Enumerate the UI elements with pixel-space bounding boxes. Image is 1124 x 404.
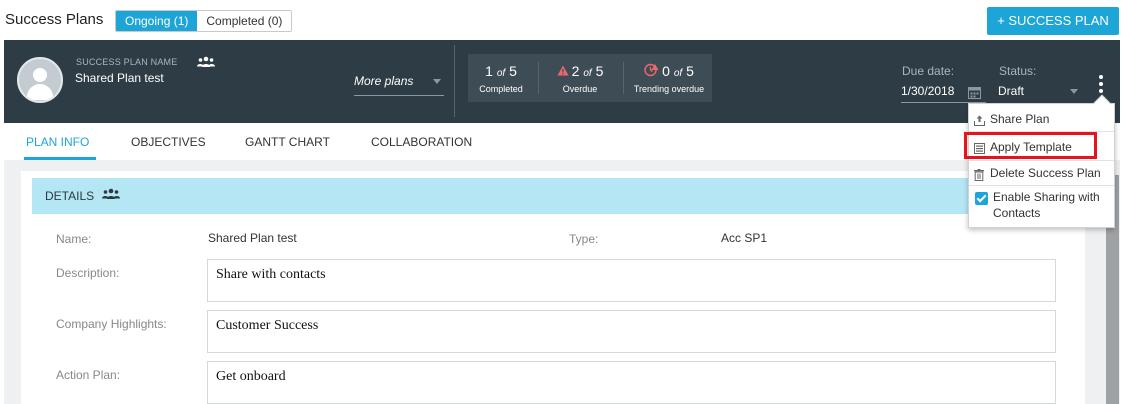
- people-icon: [197, 56, 215, 67]
- people-icon: [102, 188, 120, 199]
- type-label: Type:: [569, 232, 599, 246]
- stat-label: Completed: [479, 84, 523, 94]
- clock-warning-icon: [644, 63, 659, 77]
- divider: [454, 45, 455, 117]
- description-field[interactable]: Share with contacts: [207, 259, 1056, 302]
- chevron-down-icon: [1070, 89, 1078, 94]
- divider: [538, 62, 539, 94]
- add-success-plan-button[interactable]: + SUCCESS PLAN: [987, 7, 1119, 35]
- share-icon: [974, 115, 985, 126]
- menu-item-label: Delete Success Plan: [990, 166, 1101, 180]
- template-icon: [974, 143, 985, 154]
- calendar-icon[interactable]: [968, 86, 981, 99]
- stat-label: Trending overdue: [633, 84, 705, 94]
- type-value: Acc SP1: [721, 231, 768, 245]
- plan-name-label: SUCCESS PLAN NAME: [76, 57, 178, 67]
- status-label: Status:: [999, 64, 1037, 78]
- tab-plan-info[interactable]: PLAN INFO: [26, 135, 89, 149]
- more-plans-dropdown[interactable]: More plans: [354, 72, 444, 96]
- status-dropdown[interactable]: Draft: [998, 84, 1083, 103]
- plan-header: SUCCESS PLAN NAME Shared Plan test More …: [4, 40, 1120, 123]
- tab-objectives[interactable]: OBJECTIVES: [131, 135, 206, 149]
- menu-item-apply-template[interactable]: Apply Template: [969, 140, 1114, 158]
- divider: [969, 185, 1114, 186]
- tab-completed[interactable]: Completed (0): [197, 11, 292, 31]
- menu-item-delete-success-plan[interactable]: Delete Success Plan: [969, 166, 1114, 184]
- menu-item-label: Enable Sharing with: [993, 190, 1100, 204]
- name-label: Name:: [56, 232, 92, 246]
- details-section-header[interactable]: DETAILS: [32, 178, 1084, 214]
- plan-options-menu: Share Plan Apply Template Delete Success…: [968, 94, 1115, 228]
- more-plans-label: More plans: [354, 74, 414, 88]
- plan-name: Shared Plan test: [75, 71, 164, 85]
- tab-ongoing[interactable]: Ongoing (1): [116, 11, 198, 31]
- description-label: Description:: [56, 266, 120, 280]
- company-highlights-label: Company Highlights:: [56, 317, 167, 331]
- plan-tabs: PLAN INFO OBJECTIVES GANTT CHART COLLABO…: [4, 123, 1120, 160]
- plan-stats: 1 of 5 Completed 2 of 5 Overdue 0 of 5 T…: [468, 54, 712, 102]
- name-value: Shared Plan test: [208, 231, 297, 245]
- stat-label: Overdue: [562, 84, 598, 94]
- stat-completed[interactable]: 1 of 5 Completed: [468, 54, 534, 102]
- stat-overdue[interactable]: 2 of 5 Overdue: [540, 54, 620, 102]
- company-highlights-field[interactable]: Customer Success: [207, 310, 1056, 353]
- trash-icon: [974, 169, 984, 181]
- tab-gantt-chart[interactable]: GANTT CHART: [245, 135, 330, 149]
- warning-icon: [557, 65, 569, 76]
- action-plan-label: Action Plan:: [56, 368, 121, 382]
- menu-item-label: Share Plan: [990, 112, 1050, 126]
- action-plan-field[interactable]: Get onboard: [207, 361, 1056, 404]
- due-date-label: Due date:: [902, 64, 955, 78]
- top-bar: Success Plans Ongoing (1) Completed (0) …: [0, 0, 1124, 40]
- avatar: [17, 57, 63, 103]
- page-title: Success Plans: [5, 11, 104, 28]
- chevron-down-icon: [433, 79, 441, 84]
- menu-item-share-plan[interactable]: Share Plan: [969, 112, 1114, 130]
- divider: [969, 131, 1114, 132]
- status-value: Draft: [998, 84, 1025, 98]
- more-options-icon[interactable]: [1094, 74, 1108, 96]
- stat-trending-overdue[interactable]: 0 of 5 Trending overdue: [626, 54, 712, 102]
- menu-item-enable-sharing[interactable]: Enable Sharing with Contacts: [969, 190, 1114, 224]
- section-title: DETAILS: [45, 189, 95, 203]
- menu-item-label: Apply Template: [990, 140, 1072, 154]
- checkbox-checked-icon[interactable]: [975, 192, 988, 205]
- tab-collaboration[interactable]: COLLABORATION: [371, 135, 472, 149]
- menu-item-label-line2: Contacts: [993, 206, 1041, 220]
- plan-filter-toggle: Ongoing (1) Completed (0): [115, 10, 293, 32]
- divider: [969, 160, 1114, 161]
- divider: [623, 62, 624, 94]
